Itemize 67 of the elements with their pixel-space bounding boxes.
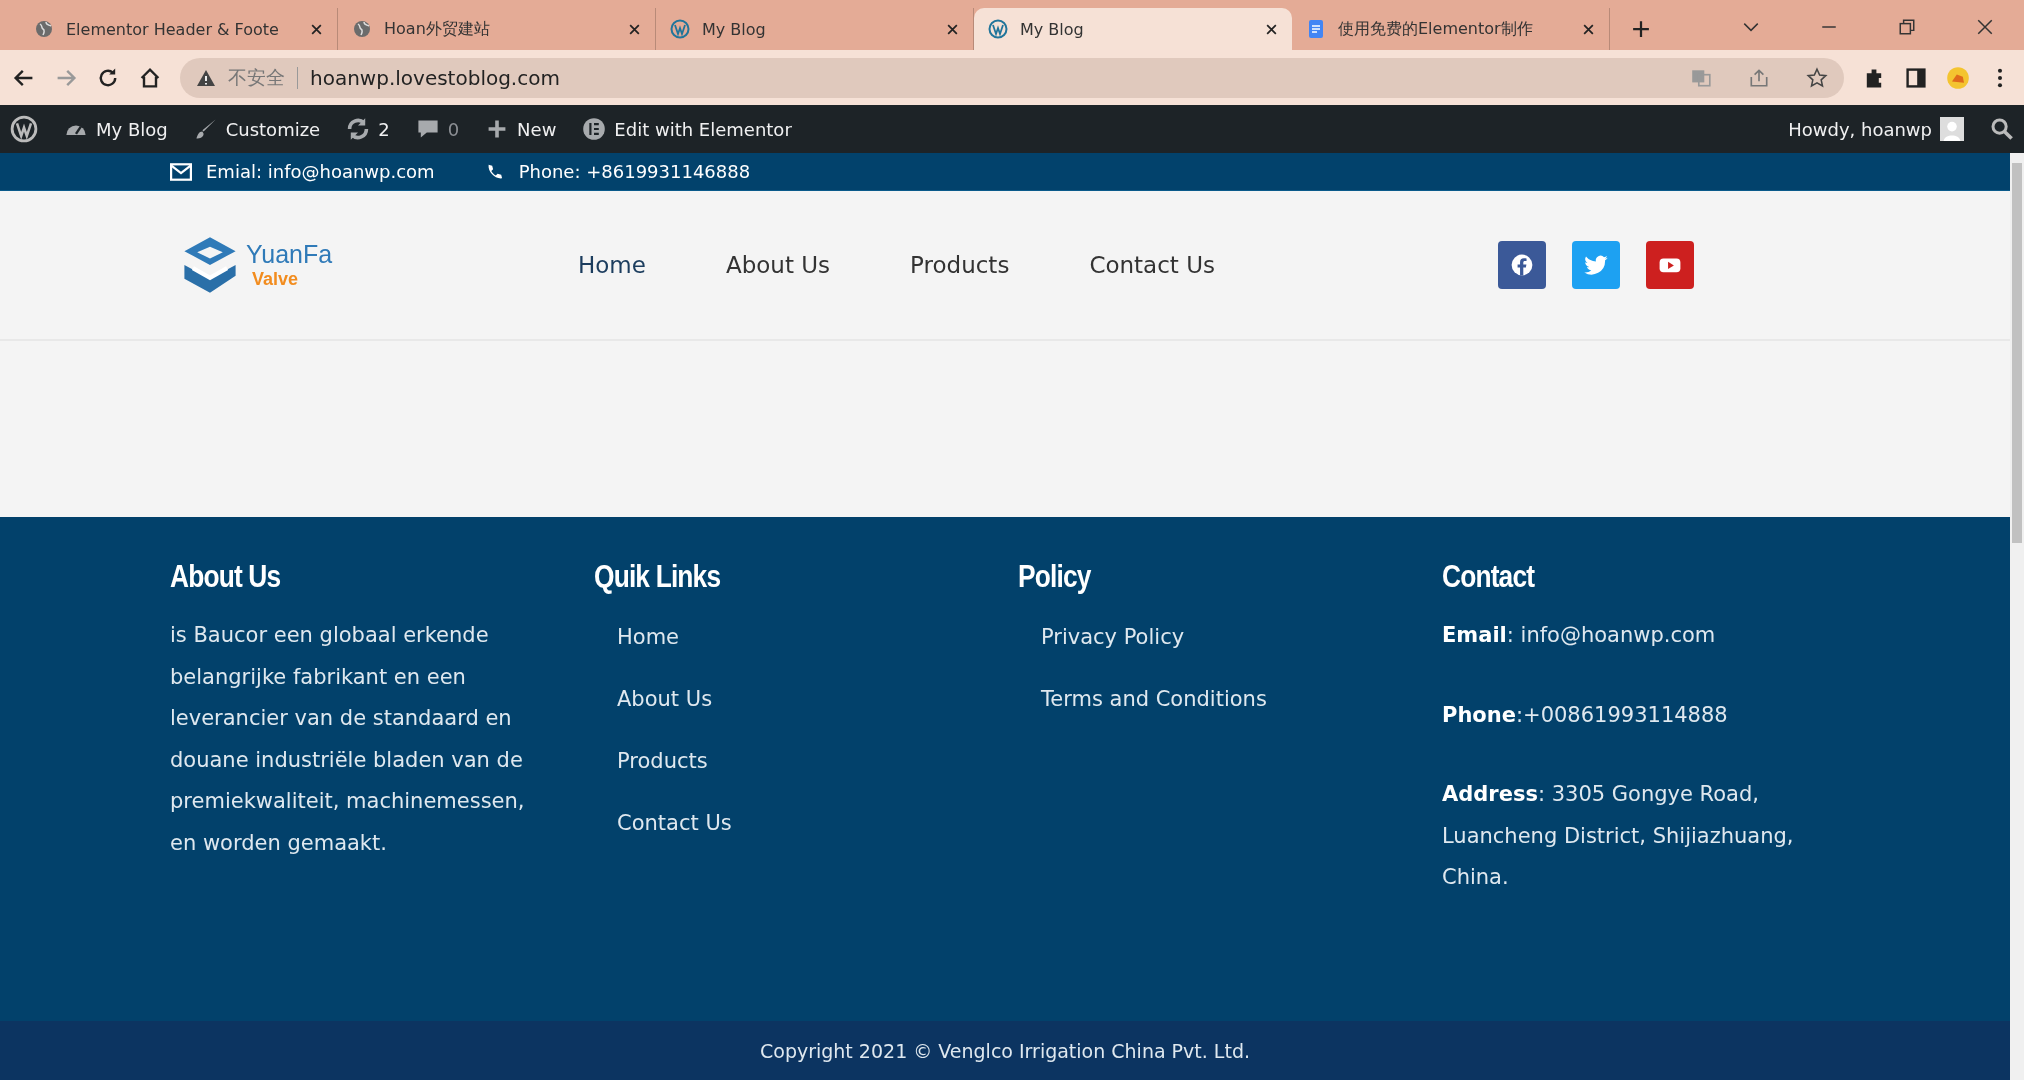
- tab-title: My Blog: [1020, 19, 1085, 39]
- sidebar-icon[interactable]: [1904, 65, 1928, 90]
- restore-icon[interactable]: [1898, 18, 1916, 36]
- footer-link[interactable]: Privacy Policy: [1041, 625, 1442, 649]
- wordpress-icon: [670, 19, 690, 39]
- about-paragraph: is Baucor een globaal erkende belangrijke fabrikant en een leverancier van de standaard en douane industriële bladen van de premiekwaliteit, machinemessen, en worden gemaakt.: [170, 622, 526, 857]
- nav-link[interactable]: Home: [578, 252, 646, 278]
- footer-link[interactable]: Products: [617, 749, 1018, 773]
- home-icon[interactable]: [138, 65, 162, 90]
- contact-line: Email: info@hoanwp.com: [1442, 622, 1717, 649]
- close-icon[interactable]: [1976, 18, 1994, 36]
- profile-avatar-icon[interactable]: [1946, 65, 1970, 90]
- footer-heading: About Us: [170, 559, 282, 595]
- close-icon[interactable]: [1265, 22, 1278, 36]
- url-text: hoanwp.lovestoblog.com: [310, 65, 560, 90]
- admin-bar-item[interactable]: Customize: [193, 117, 321, 141]
- email-text: Emial: info@hoanwp.com: [170, 161, 435, 182]
- search-icon[interactable]: [1990, 117, 2014, 141]
- close-icon[interactable]: [1582, 22, 1595, 36]
- close-icon[interactable]: [310, 22, 323, 36]
- facebook-button[interactable]: [1498, 241, 1546, 289]
- admin-bar-item[interactable]: My Blog: [64, 117, 168, 141]
- twitter-button[interactable]: [1572, 241, 1620, 289]
- contact-line: Address: 3305 Gongye Road, Luancheng District, Shijiazhuang, China.: [1442, 781, 1795, 891]
- logo-tagline: Valve: [252, 269, 300, 290]
- wordpress-icon[interactable]: [10, 115, 38, 143]
- tab-title: Elementor Header & Foote: [66, 19, 280, 39]
- greeting-link[interactable]: Howdy, hoanwp: [1788, 118, 1932, 140]
- logo-name: YuanFa: [246, 240, 333, 269]
- nav-link[interactable]: Products: [910, 252, 1010, 278]
- admin-bar-item[interactable]: Edit with Elementor: [582, 117, 792, 141]
- new-tab-icon[interactable]: [1632, 20, 1650, 38]
- footer-heading: Policy: [1018, 559, 1092, 595]
- wordpress-icon: [988, 19, 1008, 39]
- footer-link[interactable]: About Us: [617, 687, 1018, 711]
- youtube-button[interactable]: [1646, 241, 1694, 289]
- contact-line: Phone:+00861993114888: [1442, 701, 1729, 729]
- footer-link[interactable]: Terms and Conditions: [1041, 687, 1442, 711]
- tab-title: My Blog: [702, 19, 767, 39]
- refresh-icon: [346, 117, 371, 141]
- security-label: 不安全: [228, 64, 285, 90]
- scrollbar[interactable]: [2010, 153, 2024, 1080]
- admin-bar-item[interactable]: 2: [346, 117, 390, 141]
- star-icon[interactable]: [1806, 66, 1828, 89]
- phone-text: Phone: +8619931146888: [482, 161, 751, 182]
- facebook-icon: [1509, 252, 1535, 278]
- nav-link[interactable]: Contact Us: [1089, 252, 1215, 278]
- tab-title: Hoan外贸建站: [384, 18, 491, 40]
- footer-link[interactable]: Contact Us: [617, 811, 1018, 835]
- nav-link[interactable]: About Us: [725, 252, 831, 278]
- admin-bar-item[interactable]: New: [485, 117, 557, 141]
- footer-heading: Contact: [1442, 559, 1536, 595]
- elementor-icon: [582, 117, 607, 141]
- admin-bar-item[interactable]: 0: [415, 117, 460, 141]
- footer-link[interactable]: Home: [617, 625, 1018, 649]
- footer-heading: Quik Links: [594, 559, 722, 595]
- copyright-text: Copyright 2021 © Venglco Irrigation China Pvt. Ltd.: [760, 1039, 1250, 1062]
- globe-icon: [34, 19, 54, 39]
- globe-icon: [352, 19, 372, 39]
- envelope-icon: [170, 162, 192, 181]
- close-icon[interactable]: [628, 22, 641, 36]
- address-bar[interactable]: 不安全 hoanwp.lovestoblog.com: [180, 57, 1844, 98]
- tab-title: 使用免费的Elementor制作: [1338, 18, 1534, 40]
- document-icon: [1306, 19, 1326, 39]
- close-icon[interactable]: [946, 22, 959, 36]
- scrollbar-thumb[interactable]: [2012, 163, 2022, 543]
- browser-tab[interactable]: My Blog: [974, 8, 1292, 50]
